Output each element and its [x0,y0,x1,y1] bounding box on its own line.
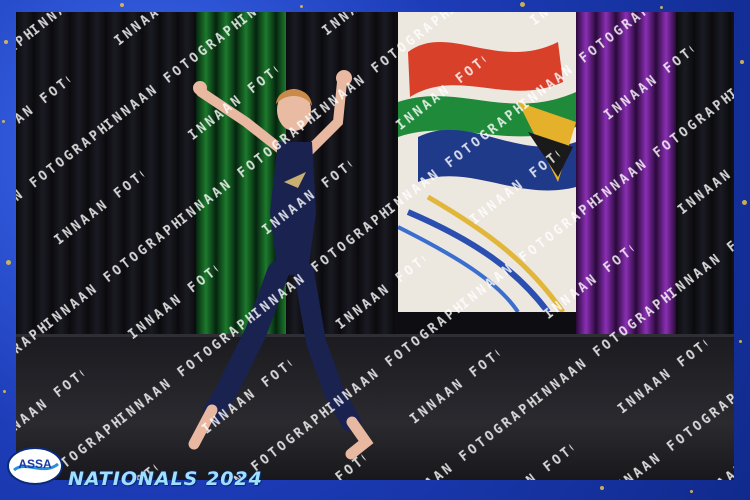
glitter [2,120,5,123]
glitter [300,5,303,8]
glitter [6,260,11,265]
assa-logo: ASSA [7,447,63,485]
glitter [600,486,604,490]
glitter [742,200,747,205]
event-title: NATIONALS 2024 [68,468,263,490]
glitter [739,340,742,343]
glitter [120,3,124,7]
glitter [740,60,744,64]
glitter [690,490,693,493]
glitter [520,2,525,7]
watermark-overlay: INNAAN FOTOGRAPHY INNAAN FOTOGRAPHY [16,12,734,480]
photo-frame: INNAAN FOTOGRAPHY INNAAN FOTOGRAPHY ASSA… [0,0,750,500]
stage-photo: INNAAN FOTOGRAPHY INNAAN FOTOGRAPHY [16,12,734,480]
assa-logo-text: ASSA [18,457,52,471]
glitter [3,390,6,393]
glitter [4,40,8,44]
glitter [660,6,663,9]
